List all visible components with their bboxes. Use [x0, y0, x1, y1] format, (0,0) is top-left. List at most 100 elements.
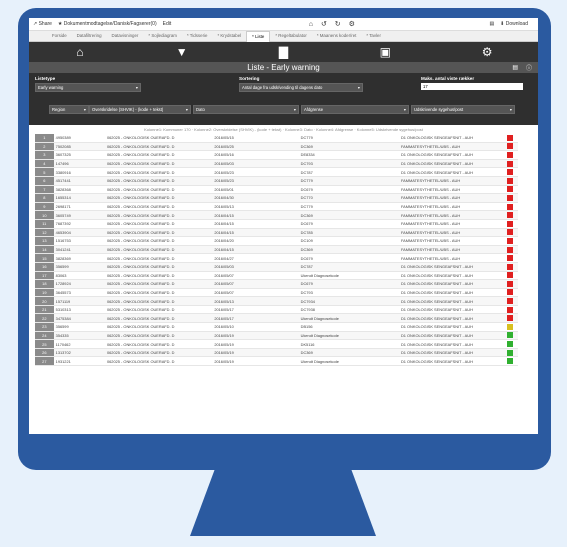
filter-icon[interactable]: ▼: [152, 45, 212, 59]
date-cell: 2016/05/19: [212, 356, 299, 367]
row-number-cell: 18: [35, 279, 54, 289]
diagnosis-code-cell: DC679: [298, 253, 399, 263]
table-row[interactable]: 13 1516753 062025 - ONKOLOGISK OUERAFD. D2…: [35, 236, 518, 246]
row-number-cell: 11: [35, 219, 54, 229]
table-row[interactable]: 26 1313702 062025 - ONKOLOGISK OUERAFD. D2…: [35, 348, 518, 358]
patient-id-cell: 1931221: [53, 356, 105, 367]
sortering-select[interactable]: Antal dage fra udsk/vending til dagens d…: [239, 83, 363, 92]
table-row[interactable]: 9 2698171 062025 - ONKOLOGISK OUERAFD. D 20…: [35, 202, 518, 212]
date-cell: 2016/04/27: [212, 253, 299, 263]
date-cell: 2016/05/13: [212, 296, 299, 306]
table-row[interactable]: 17 83063 062025 - ONKOLOGISK OUERAFD. D 201…: [35, 271, 518, 281]
monitor-screen: ↗ Share ★ Dokumentmodtagelse/Danisk/Fags…: [29, 18, 538, 434]
row-number-cell: 17: [35, 271, 54, 281]
diagnosis-code-cell: DC7938: [298, 305, 399, 315]
bookmark-icon[interactable]: ▤: [489, 21, 494, 27]
ward-cell: FAMMATESYTHETEL/UBS - AUH: [398, 185, 507, 195]
table-row[interactable]: 20 1571119 062025 - ONKOLOGISK OUERAFD. D2…: [35, 296, 518, 306]
department-cell: 062025 - ONKOLOGISK OUERAFD. D: [104, 219, 213, 229]
table-row[interactable]: 1 4950389 062025 - ONKOLOGISK OUERAFD. D 20…: [35, 134, 518, 143]
table-row[interactable]: 25 1170462 062025 - ONKOLOGISK OUERAFD. D2…: [35, 339, 518, 349]
criteria-select-1[interactable]: Region: [49, 105, 89, 114]
table-row[interactable]: 4 147496 062025 - ONKOLOGISK OUERAFD. D 201…: [35, 159, 518, 169]
criteria-select-2[interactable]: Overskridelse (SHVIK) - (kode + tekst): [89, 105, 191, 114]
status-indicator: [507, 177, 514, 184]
patient-id-cell: 4653904: [53, 228, 105, 238]
date-cell: 2016/04/20: [212, 236, 299, 246]
table-row[interactable]: 19 3645573 062025 - ONKOLOGISK OUERAFD. D2…: [35, 288, 518, 298]
status-indicator: [507, 306, 514, 313]
department-cell: 062025 - ONKOLOGISK OUERAFD. D: [104, 210, 213, 220]
patient-id-cell: 7687392: [53, 219, 105, 229]
table-row[interactable]: 18 1728924 062025 - ONKOLOGISK OUERAFD. D2…: [35, 279, 518, 289]
document-title[interactable]: ★ Dokumentmodtagelse/Danisk/Fagserer(0): [58, 21, 157, 27]
diagnosis-code-cell: DC369: [298, 210, 399, 220]
monitor-stand-left: [190, 466, 216, 536]
date-cell: 2016/05/03: [212, 159, 299, 169]
ward-cell: FAMMATESYTHETEL/UBS - AUH: [398, 245, 507, 255]
table-row[interactable]: 8 1655314 062025 - ONKOLOGISK OUERAFD. D 20…: [35, 193, 518, 203]
department-cell: 062025 - ONKOLOGISK OUERAFD. D: [104, 159, 213, 169]
patient-id-cell: 4517441: [53, 176, 105, 186]
criteria-select-4[interactable]: Afdgrense: [301, 105, 409, 114]
table-row[interactable]: 11 7687392 062025 - ONKOLOGISK OUERAFD. D2…: [35, 219, 518, 229]
tab-4[interactable]: * Tidsserie: [182, 31, 213, 41]
ward-cell: D1 ONKOLOGISK SENGEAFSNIT - AUH: [398, 288, 507, 298]
home-icon[interactable]: ⌂: [50, 45, 110, 59]
tab-7[interactable]: * Regeltabulator: [270, 31, 312, 41]
table-row[interactable]: 3 3607325 062025 - ONKOLOGISK OUERAFD. D 20…: [35, 150, 518, 160]
status-indicator: [507, 194, 514, 201]
tab-6[interactable]: * Liste: [246, 30, 271, 42]
table-row[interactable]: 7 3828368 062025 - ONKOLOGISK OUERAFD. D 20…: [35, 185, 518, 195]
table-row[interactable]: 10 3605749 062025 - ONKOLOGISK OUERAFD. D2…: [35, 210, 518, 220]
table-row[interactable]: 14 3041241 062025 - ONKOLOGISK OUERAFD. D2…: [35, 245, 518, 255]
criteria-select-5[interactable]: Udskrivende sygehus/post: [411, 105, 515, 114]
listetype-select[interactable]: Early warning: [35, 83, 141, 92]
navigation-icons[interactable]: ⌂ ↺ ↻ ⚙: [177, 20, 489, 28]
row-number-cell: 5: [35, 167, 54, 177]
export-icon[interactable]: ▣: [355, 45, 415, 59]
table-row[interactable]: 23 356599 062025 - ONKOLOGISK OUERAFD. D 20…: [35, 322, 518, 332]
status-cell: [506, 150, 518, 160]
department-cell: 062025 - ONKOLOGISK OUERAFD. D: [104, 279, 213, 289]
criteria-select-3[interactable]: Dato: [193, 105, 299, 114]
department-cell: 062025 - ONKOLOGISK OUERAFD. D: [104, 339, 213, 349]
print-icon[interactable]: ▤: [512, 64, 518, 71]
tab-1[interactable]: Datafiltrering: [72, 31, 107, 41]
diagnosis-code-cell: Ukendt Diagnosekode: [298, 271, 399, 281]
tab-8[interactable]: * Maanens koder/ret: [312, 31, 362, 41]
status-indicator: [507, 289, 514, 296]
chart-icon[interactable]: ▇: [253, 45, 313, 59]
table-row[interactable]: 6 4517441 062025 - ONKOLOGISK OUERAFD. D 20…: [35, 176, 518, 186]
row-number-cell: 26: [35, 348, 54, 358]
diagnosis-code-cell: DK5116: [298, 339, 399, 349]
tab-9[interactable]: * Tavler: [361, 31, 386, 41]
table-row[interactable]: 27 1931221 062025 - ONKOLOGISK OUERAFD. D2…: [35, 356, 518, 367]
table-row[interactable]: 21 5310313 062025 - ONKOLOGISK OUERAFD. D2…: [35, 305, 518, 315]
max-rows-input[interactable]: 17: [421, 83, 523, 90]
edit-link[interactable]: Edit: [163, 21, 172, 27]
ward-cell: D1 ONKOLOGISK SENGEAFSNIT - AUH: [398, 331, 507, 341]
table-row[interactable]: 12 4653904 062025 - ONKOLOGISK OUERAFD. D2…: [35, 228, 518, 238]
share-link[interactable]: ↗ Share: [33, 21, 52, 27]
table-row[interactable]: 15 3828369 062025 - ONKOLOGISK OUERAFD. D2…: [35, 253, 518, 263]
tab-3[interactable]: * Sojlediagram: [143, 31, 182, 41]
row-number-cell: 7: [35, 185, 54, 195]
ward-cell: FAMMATESYTHETEL/UBS - AUH: [398, 228, 507, 238]
table-row[interactable]: 16 356599 062025 - ONKOLOGISK OUERAFD. D 20…: [35, 262, 518, 272]
download-button[interactable]: ⬇ Download: [500, 21, 528, 27]
table-row[interactable]: 22 3475384 062025 - ONKOLOGISK OUERAFD. D2…: [35, 313, 518, 324]
ward-cell: D1 ONKOLOGISK SENGEAFSNIT - AUH: [398, 305, 507, 315]
tab-2[interactable]: Datavisninger: [107, 31, 144, 41]
table-row[interactable]: 24 354335 062025 - ONKOLOGISK OUERAFD. D 20…: [35, 331, 518, 341]
diagnosis-code-cell: Ukendt Diagnosekode: [298, 313, 399, 324]
table-row[interactable]: 5 3380916 062025 - ONKOLOGISK OUERAFD. D 20…: [35, 167, 518, 177]
tab-0[interactable]: Forside: [47, 31, 72, 41]
status-indicator: [507, 263, 514, 270]
diagnosis-code-cell: Ukendt Diagnosekode: [298, 356, 399, 367]
tab-5[interactable]: * Krydstabel: [212, 31, 246, 41]
settings-icon[interactable]: ⚙: [457, 45, 517, 59]
table-row[interactable]: 2 7502085 062025 - ONKOLOGISK OUERAFD. D 20…: [35, 142, 518, 152]
info-icon[interactable]: ⓘ: [526, 63, 532, 72]
date-cell: 2016/05/23: [212, 167, 299, 177]
